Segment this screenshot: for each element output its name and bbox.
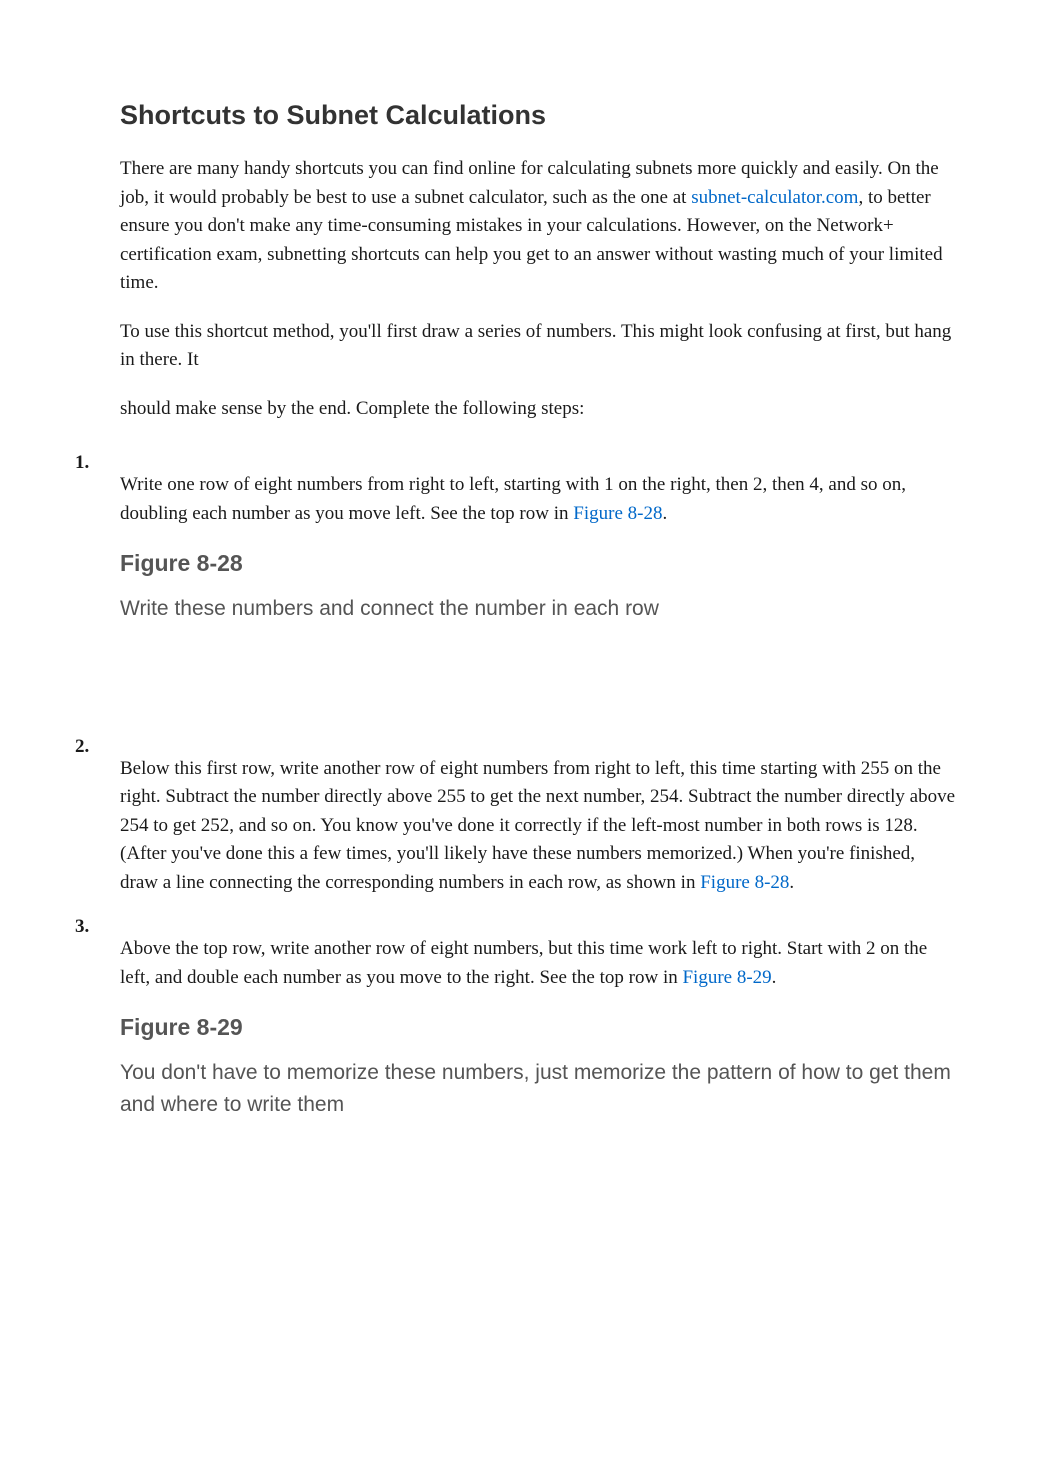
figure-8-28-caption: Write these numbers and connect the numb… [120,593,957,625]
step-3-text-before: Above the top row, write another row of … [120,938,927,988]
step-1-content: Write one row of eight numbers from righ… [120,451,987,705]
figure-8-29-ref[interactable]: Figure 8-29 [682,967,771,988]
step-3-number: 3. [75,915,120,1350]
figure-8-29-caption: You don't have to memorize these numbers… [120,1057,957,1120]
step-3-text: Above the top row, write another row of … [120,935,957,992]
step-2-text-before: Below this first row, write another row … [120,758,955,893]
step-1-number: 1. [75,451,120,705]
step-2-content: Below this first row, write another row … [120,735,987,898]
section-heading: Shortcuts to Subnet Calculations [120,100,987,131]
step-1-text-before: Write one row of eight numbers from righ… [120,474,906,524]
step-1-text: Write one row of eight numbers from righ… [120,471,957,528]
step-2-container: 2. Below this first row, write another r… [75,735,987,898]
step-2-text-after: . [789,872,794,893]
intro-paragraph-2: To use this shortcut method, you'll firs… [120,318,957,375]
subnet-calculator-link[interactable]: subnet-calculator.com [691,187,858,208]
step-1-container: 1. Write one row of eight numbers from r… [75,451,987,705]
step-3-content: Above the top row, write another row of … [120,915,987,1350]
step-2-text: Below this first row, write another row … [120,755,957,898]
step-3-container: 3. Above the top row, write another row … [75,915,987,1350]
step-3-text-after: . [772,967,777,988]
intro-paragraph-3: should make sense by the end. Complete t… [120,395,957,424]
figure-8-29-label: Figure 8-29 [120,1014,957,1041]
step-2-number: 2. [75,735,120,898]
step-1-text-after: . [662,503,667,524]
figure-8-28-label: Figure 8-28 [120,550,957,577]
figure-8-28-ref[interactable]: Figure 8-28 [573,503,662,524]
intro-paragraph-1: There are many handy shortcuts you can f… [120,155,957,298]
figure-8-28-ref-2[interactable]: Figure 8-28 [700,872,789,893]
